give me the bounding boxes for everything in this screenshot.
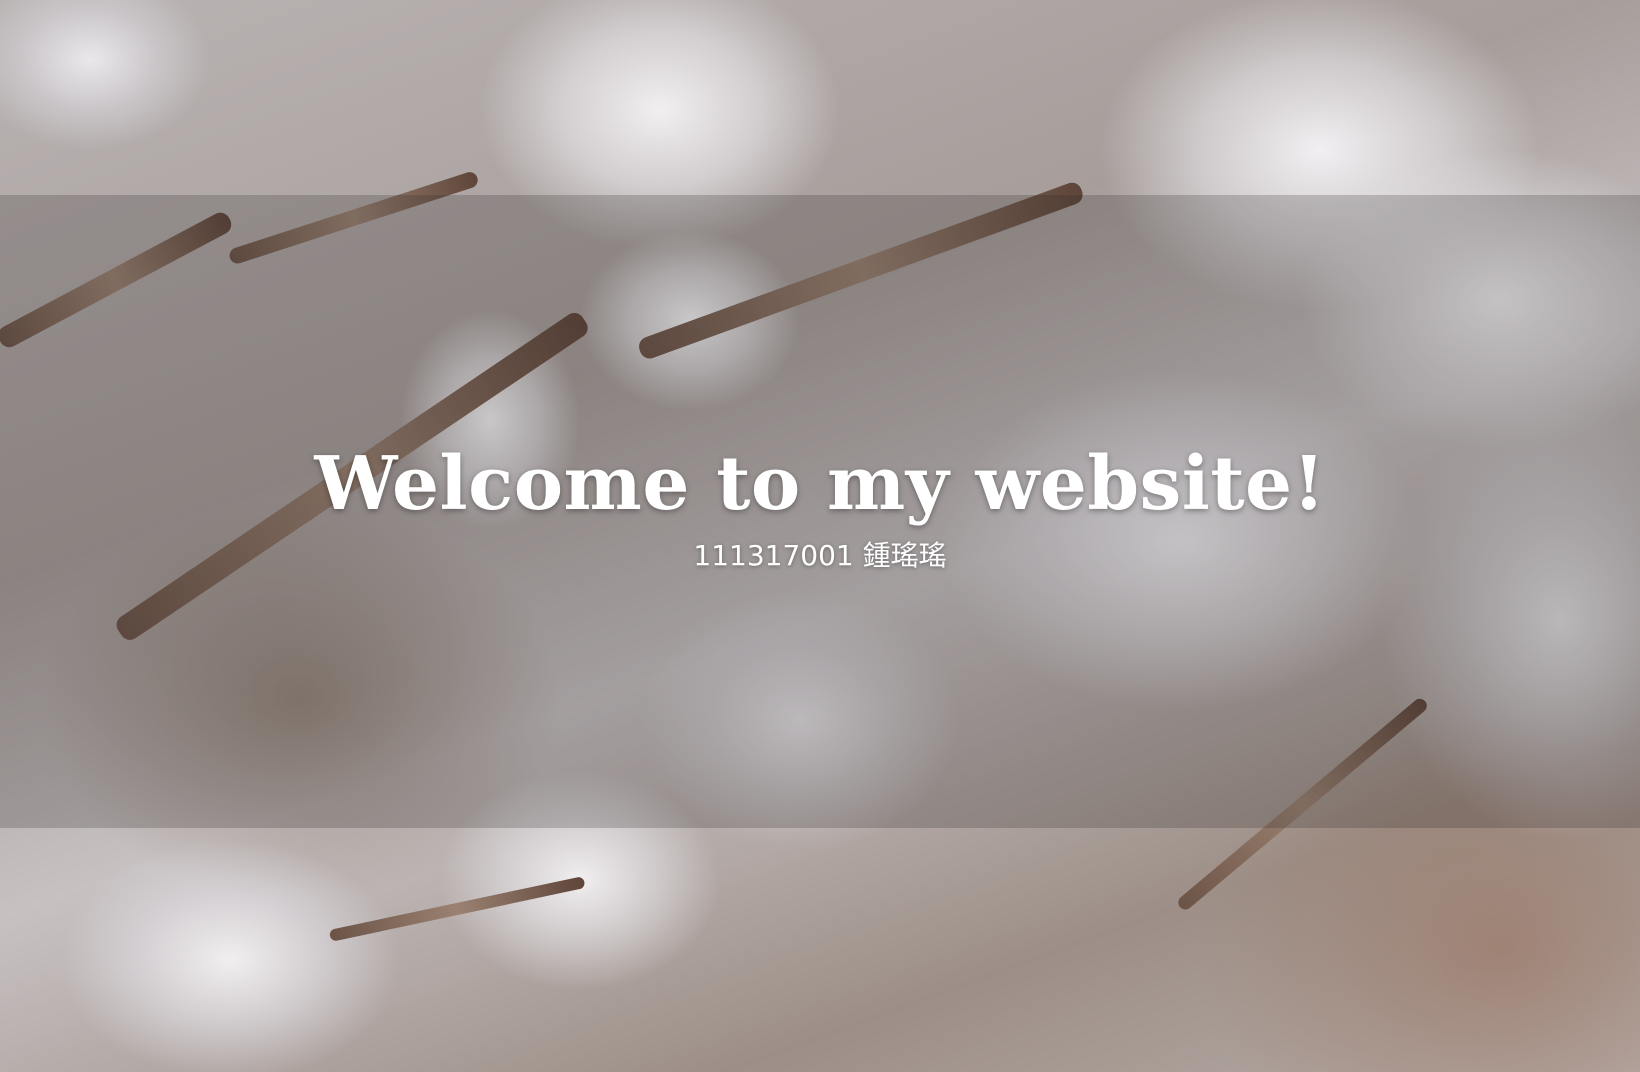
hero-text: Welcome to my website! 111317001 鍾瑤瑤 [0, 430, 1640, 574]
hero-subtitle: 111317001 鍾瑤瑤 [693, 539, 947, 572]
branch [328, 876, 586, 942]
hero-section: Welcome to my website! 111317001 鍾瑤瑤 [0, 0, 1640, 1072]
hero-title: Welcome to my website! [314, 441, 1326, 527]
